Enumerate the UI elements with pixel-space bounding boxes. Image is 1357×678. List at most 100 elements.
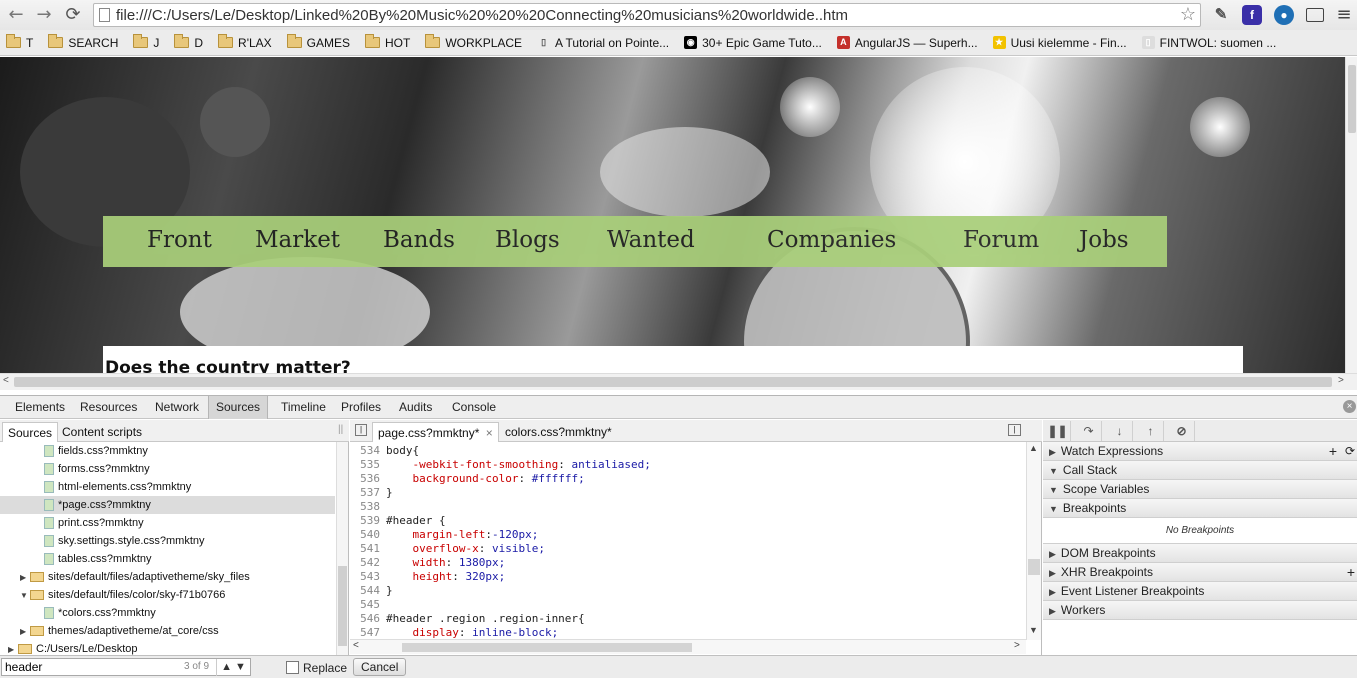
bookmark-item[interactable]: J [133, 34, 159, 50]
forward-button[interactable]: → [33, 4, 55, 26]
debugger-section-header[interactable]: ▶ XHR Breakpoints + [1043, 563, 1357, 582]
debugger-section-header[interactable]: ▼ Breakpoints [1043, 499, 1357, 518]
editor-tab-page-css[interactable]: page.css?mmktny* × [372, 422, 499, 442]
code-text: } [386, 584, 393, 597]
menu-item-blogs[interactable]: Blogs [495, 227, 560, 253]
code-line: 539 #header { [350, 514, 445, 528]
menu-item-wanted[interactable]: Wanted [607, 227, 695, 253]
tab-sources-files[interactable]: Sources [2, 422, 59, 442]
tab-resources[interactable]: Resources [73, 396, 144, 419]
tree-file[interactable]: fields.css?mmktny [0, 442, 335, 460]
navigator-scrollbar[interactable] [336, 442, 348, 655]
tree-folder[interactable]: ▼ sites/default/files/color/sky-f71b0766 [0, 586, 335, 604]
page-horizontal-scroll-thumb[interactable] [14, 377, 1332, 387]
close-tab-icon[interactable]: × [486, 426, 493, 440]
tab-network[interactable]: Network [148, 396, 206, 419]
tab-sources[interactable]: Sources [208, 396, 269, 419]
reload-button[interactable]: ⟳ [62, 4, 84, 26]
tree-file[interactable]: tables.css?mmktny [0, 550, 335, 568]
tree-file[interactable]: html-elements.css?mmktny [0, 478, 335, 496]
debugger-section-header[interactable]: ▶ DOM Breakpoints [1043, 544, 1357, 563]
tree-file[interactable]: print.css?mmktny [0, 514, 335, 532]
add-icon[interactable]: + [1329, 442, 1337, 461]
menu-item-front[interactable]: Front [147, 227, 212, 253]
tree-file[interactable]: forms.css?mmktny [0, 460, 335, 478]
section-label: Scope Variables [1062, 482, 1150, 496]
tab-timeline[interactable]: Timeline [274, 396, 333, 419]
tree-file[interactable]: *page.css?mmktny [0, 496, 335, 514]
search-input[interactable] [1, 658, 251, 676]
search-prev-next-buttons[interactable]: ▲ ▼ [216, 659, 250, 676]
bookmark-label: GAMES [306, 35, 351, 50]
debugger-section-header[interactable]: ▼ Scope Variables [1043, 480, 1357, 499]
line-number: 541 [360, 542, 380, 555]
debugger-section-header[interactable]: ▼ Call Stack [1043, 461, 1357, 480]
tree-folder[interactable]: ▶ themes/adaptivetheme/at_core/css [0, 622, 335, 640]
menu-item-companies[interactable]: Companies [767, 227, 896, 253]
address-bar[interactable]: file:///C:/Users/Le/Desktop/Linked%20By%… [93, 3, 1201, 27]
bookmark-item[interactable]: HOT [365, 34, 410, 50]
tab-profiles[interactable]: Profiles [334, 396, 388, 419]
tab-elements[interactable]: Elements [8, 396, 72, 419]
pause-icon[interactable]: ❚❚ [1045, 421, 1071, 441]
extension-circle-icon[interactable]: ● [1274, 5, 1294, 25]
tab-audits[interactable]: Audits [392, 396, 439, 419]
editor-tab-colors-css[interactable]: colors.css?mmktny* [500, 422, 617, 442]
tree-file[interactable]: sky.settings.style.css?mmktny [0, 532, 335, 550]
menu-item-bands[interactable]: Bands [383, 227, 455, 253]
step-into-icon[interactable]: ↓ [1107, 421, 1133, 441]
disclosure-arrow-icon[interactable]: ▶ [20, 623, 30, 641]
bookmark-item[interactable]: ◉ 30+ Epic Game Tuto... [684, 36, 822, 50]
replace-checkbox[interactable] [286, 661, 299, 674]
chrome-menu-icon[interactable]: ≡ [1333, 4, 1355, 26]
bookmark-item[interactable]: R'LAX [218, 34, 272, 50]
menu-item-market[interactable]: Market [255, 227, 340, 253]
folder-icon [174, 34, 190, 48]
tree-folder[interactable]: ▶ sites/default/files/adaptivetheme/sky_f… [0, 568, 335, 586]
bookmark-item[interactable]: SEARCH [48, 34, 118, 50]
refresh-icon[interactable]: ⟳ [1345, 442, 1355, 461]
code-token: antialiased; [571, 458, 651, 471]
bookmark-item[interactable]: ★ Uusi kielemme - Fin... [992, 36, 1127, 50]
disclosure-arrow-icon[interactable]: ▶ [20, 569, 30, 587]
debugger-section-header[interactable]: ▶ Watch Expressions + ⟳ [1043, 442, 1357, 461]
debugger-section-header[interactable]: ▶ Event Listener Breakpoints [1043, 582, 1357, 601]
debugger-section-header[interactable]: ▶ Workers [1043, 601, 1357, 620]
bookmark-item[interactable]: T [6, 34, 33, 50]
extension-f-icon[interactable]: f [1242, 5, 1262, 25]
step-out-icon[interactable]: ↑ [1138, 421, 1164, 441]
add-icon[interactable]: + [1347, 563, 1355, 582]
disclosure-arrow-icon[interactable]: ▼ [20, 587, 30, 605]
header-photo [0, 57, 1345, 373]
bookmark-item[interactable]: WORKPLACE [425, 34, 522, 50]
menu-item-forum[interactable]: Forum [963, 227, 1039, 253]
cancel-button[interactable]: Cancel [353, 658, 407, 676]
editor-horizontal-scrollbar[interactable]: < > [350, 639, 1026, 654]
window-icon[interactable] [1306, 8, 1324, 22]
toggle-navigator-icon[interactable]: | [355, 424, 367, 436]
code-token: : [458, 626, 473, 639]
line-number: 546 [360, 612, 380, 625]
tab-content-scripts[interactable]: Content scripts [57, 422, 147, 442]
tab-console[interactable]: Console [445, 396, 503, 419]
line-number: 539 [360, 514, 380, 527]
bookmark-item[interactable]: ▯ FINTWOL: suomen ... [1141, 36, 1276, 50]
eyedropper-icon[interactable]: ✎ [1211, 5, 1231, 25]
close-devtools-icon[interactable]: × [1343, 400, 1356, 413]
page-vertical-scrollbar[interactable] [1345, 57, 1357, 373]
step-over-icon[interactable]: ↷ [1076, 421, 1102, 441]
pane-toggle-icon[interactable]: || [338, 424, 343, 435]
section-label: Watch Expressions [1060, 444, 1164, 458]
back-button[interactable]: ← [5, 4, 27, 26]
toggle-debugger-icon[interactable]: | [1008, 424, 1021, 436]
bookmark-item[interactable]: A AngularJS — Superh... [836, 36, 978, 50]
bookmark-star-icon[interactable]: ☆ [1180, 4, 1196, 25]
bookmark-item[interactable]: ▯ A Tutorial on Pointe... [537, 36, 669, 50]
deactivate-breakpoints-icon[interactable]: ⊘ [1169, 421, 1195, 441]
editor-vertical-scrollbar[interactable]: ▲ ▼ [1026, 442, 1041, 640]
tree-file[interactable]: *colors.css?mmktny [0, 604, 335, 622]
bookmark-item[interactable]: GAMES [286, 34, 351, 50]
menu-item-jobs[interactable]: Jobs [1079, 227, 1129, 253]
css-file-icon [44, 463, 54, 476]
bookmark-item[interactable]: D [174, 34, 203, 50]
